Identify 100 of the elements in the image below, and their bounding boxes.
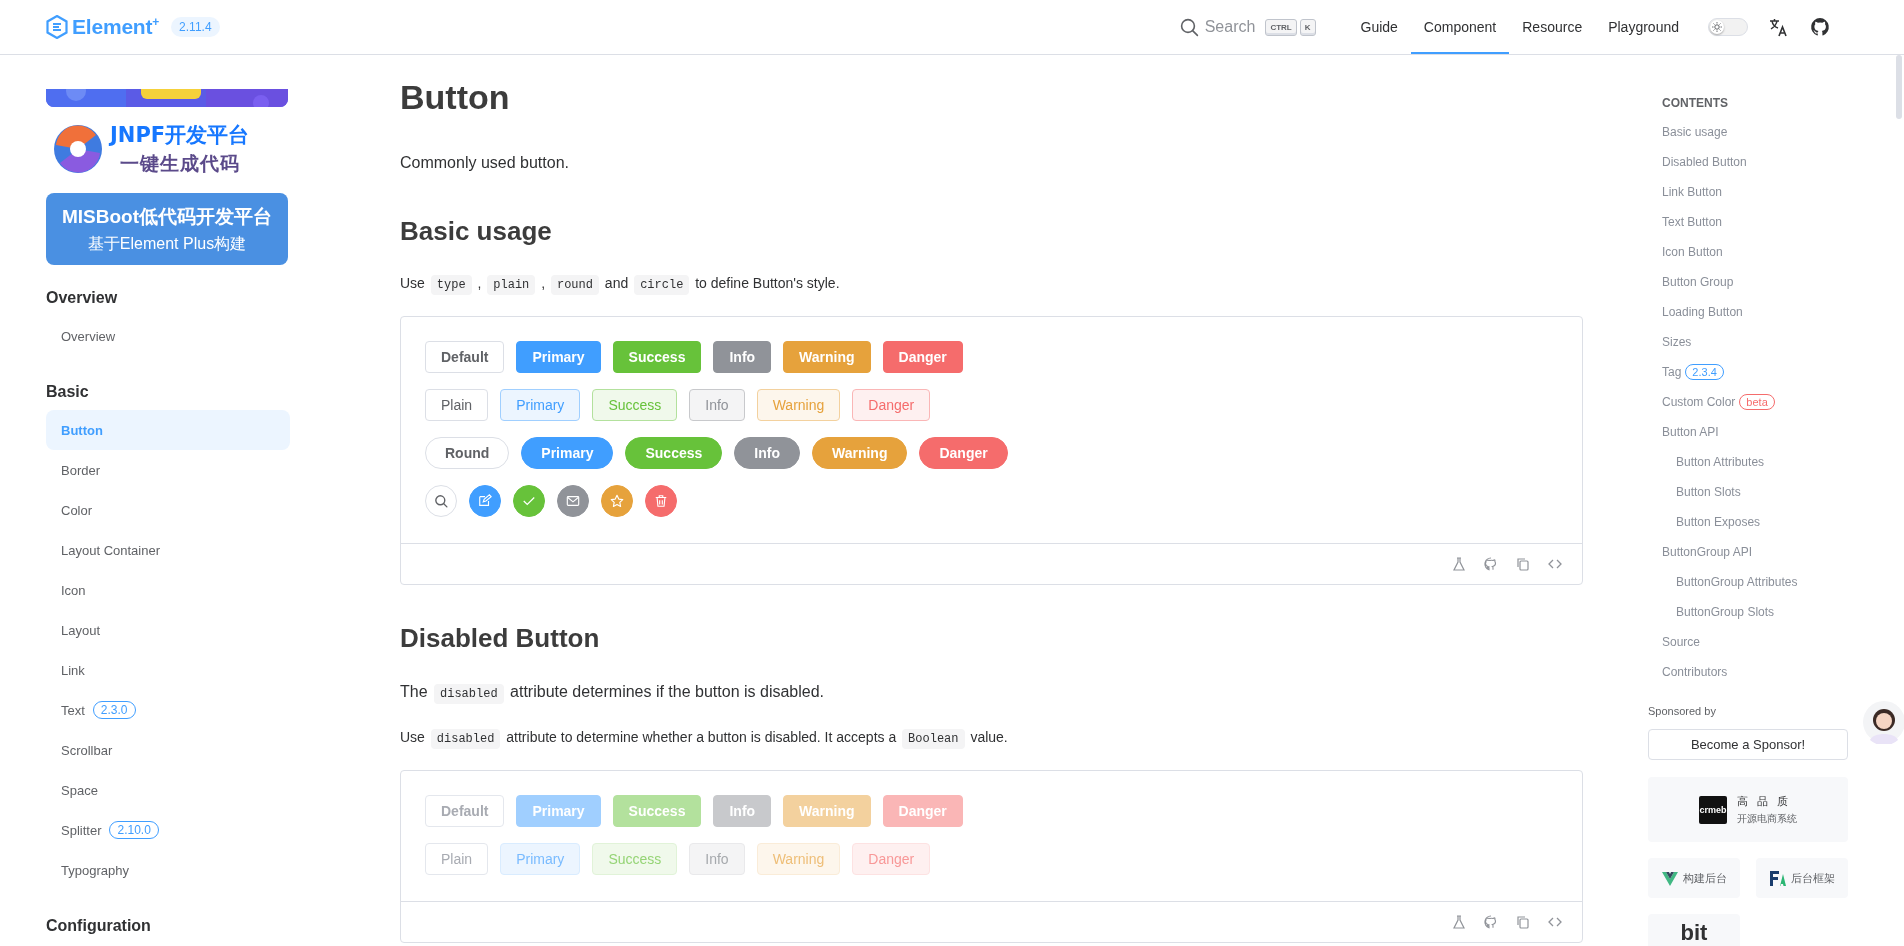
demo-button[interactable]: Danger bbox=[882, 341, 963, 373]
toc-link[interactable]: ButtonGroup Attributes bbox=[1648, 567, 1904, 597]
item-label: Text bbox=[61, 702, 85, 718]
search-icon bbox=[1178, 17, 1199, 37]
nav-link[interactable]: Guide bbox=[1347, 0, 1411, 54]
demo-button[interactable]: Info bbox=[734, 437, 800, 469]
sidebar-item[interactable]: Border bbox=[46, 450, 290, 490]
toc-link[interactable]: Disabled Button bbox=[1648, 147, 1904, 177]
sponsor-card[interactable]: bit bbox=[1648, 914, 1740, 946]
code-icon[interactable] bbox=[1548, 915, 1562, 929]
link-label: ButtonGroup Slots bbox=[1676, 605, 1775, 619]
ad-banner[interactable]: MISBoot低代码开发平台 基于Element Plus构建 bbox=[46, 193, 288, 265]
sponsor-button[interactable]: Become a Sponsor! bbox=[1648, 729, 1848, 760]
nav-link[interactable]: Component bbox=[1410, 0, 1510, 54]
toc-link[interactable]: Text Button bbox=[1648, 207, 1904, 237]
link-label: Disabled Button bbox=[1662, 155, 1747, 169]
toc-link[interactable]: Button Slots bbox=[1648, 477, 1904, 507]
sidebar-item[interactable]: Link bbox=[46, 650, 290, 690]
link-label: Button API bbox=[1662, 425, 1719, 439]
avatar[interactable] bbox=[1862, 700, 1904, 744]
sidebar-item[interactable]: Scrollbar bbox=[46, 730, 290, 770]
v-logo-icon bbox=[1661, 869, 1679, 887]
demo-button[interactable]: Warning bbox=[811, 437, 908, 469]
toc-link[interactable]: Loading Button bbox=[1648, 297, 1904, 327]
demo-button[interactable]: Success bbox=[625, 437, 723, 469]
demo-button[interactable]: Default bbox=[425, 341, 505, 373]
trash-icon bbox=[654, 494, 668, 508]
demo-button[interactable]: Primary bbox=[521, 437, 614, 469]
sponsor-card[interactable]: crmeb 高 品 质 开源电商系统 bbox=[1648, 777, 1848, 842]
sidebar-item[interactable]: Layout Container bbox=[46, 530, 290, 570]
sidebar-item[interactable]: Splitter 2.10.0 bbox=[46, 810, 290, 850]
search-button[interactable]: Search CTRL K bbox=[1178, 17, 1316, 37]
icon-button[interactable] bbox=[601, 485, 633, 517]
sidebar-item[interactable]: Color bbox=[46, 490, 290, 530]
sponsor-card[interactable]: 后台框架 bbox=[1756, 858, 1848, 898]
sidebar-item[interactable]: Button bbox=[46, 410, 290, 450]
mail-icon bbox=[566, 494, 580, 508]
toc-link[interactable]: Sizes bbox=[1648, 327, 1904, 357]
flask-icon[interactable] bbox=[1452, 915, 1466, 929]
demo-button[interactable]: Primary bbox=[516, 341, 601, 373]
item-label: Typography bbox=[61, 862, 129, 878]
item-label: Overview bbox=[61, 328, 116, 344]
flask-icon[interactable] bbox=[1452, 557, 1466, 571]
version-badge: 2.11.4 bbox=[171, 17, 220, 37]
demo-button[interactable]: Round bbox=[425, 437, 510, 469]
sidebar-item[interactable]: Typography bbox=[46, 850, 290, 890]
link-label: Tag bbox=[1662, 365, 1682, 379]
toc-link[interactable]: Button Attributes bbox=[1648, 447, 1904, 477]
demo-button[interactable]: Warning bbox=[783, 341, 871, 373]
toc-link[interactable]: Tag 2.3.4 bbox=[1648, 357, 1904, 387]
tag-badge: 2.3.4 bbox=[1685, 364, 1724, 380]
toc-link[interactable]: Button API bbox=[1648, 417, 1904, 447]
key-hint: CTRL bbox=[1265, 18, 1297, 36]
sponsor-card[interactable]: 构建后台 bbox=[1648, 858, 1740, 898]
edit-icon bbox=[478, 494, 492, 508]
sidebar-item[interactable]: Overview bbox=[46, 316, 290, 356]
demo-button[interactable]: Danger bbox=[852, 389, 931, 421]
toc-link[interactable]: Button Exposes bbox=[1648, 507, 1904, 537]
item-label: Color bbox=[61, 502, 93, 518]
item-label: Link bbox=[61, 662, 85, 678]
copy-icon[interactable] bbox=[1516, 915, 1530, 929]
icon-button[interactable] bbox=[645, 485, 677, 517]
item-label: Splitter bbox=[61, 822, 102, 838]
nav-link[interactable]: Resource bbox=[1509, 0, 1596, 54]
toc-title: CONTENTS bbox=[1661, 95, 1729, 112]
demo-button[interactable]: Primary bbox=[500, 389, 581, 421]
sponsor-name: 后台框架 bbox=[1791, 870, 1835, 886]
icon-button[interactable] bbox=[557, 485, 589, 517]
demo-button[interactable]: Info bbox=[689, 389, 745, 421]
toc-link[interactable]: Custom Color beta bbox=[1648, 387, 1904, 417]
sponsor-name: 构建后台 bbox=[1683, 870, 1727, 886]
toc-link[interactable]: Icon Button bbox=[1648, 237, 1904, 267]
demo-button[interactable]: Danger bbox=[919, 437, 1008, 469]
toc-link[interactable]: Link Button bbox=[1648, 177, 1904, 207]
toc-link[interactable]: ButtonGroup Slots bbox=[1648, 597, 1904, 627]
demo-button[interactable]: Info bbox=[713, 341, 772, 373]
github-icon[interactable] bbox=[1810, 17, 1830, 37]
link-label: ButtonGroup API bbox=[1662, 545, 1753, 559]
toc-link[interactable]: Source bbox=[1648, 627, 1904, 657]
nav-link[interactable]: Playground bbox=[1595, 0, 1692, 54]
sidebar-item[interactable]: Space bbox=[46, 770, 290, 810]
demo-button[interactable]: Success bbox=[592, 389, 678, 421]
copy-icon[interactable] bbox=[1516, 557, 1530, 571]
demo-button[interactable]: Success bbox=[612, 341, 702, 373]
toc-link[interactable]: Button Group bbox=[1648, 267, 1904, 297]
theme-switch[interactable] bbox=[1708, 18, 1748, 36]
toc-link[interactable]: Basic usage bbox=[1648, 117, 1904, 147]
code-icon[interactable] bbox=[1548, 557, 1562, 571]
sidebar-item[interactable]: Layout bbox=[46, 610, 290, 650]
nav-group-title: Configuration bbox=[46, 916, 152, 936]
link-label: Button Exposes bbox=[1676, 515, 1761, 529]
sidebar-item[interactable]: Text 2.3.0 bbox=[46, 690, 290, 730]
demo-button[interactable]: Plain bbox=[425, 389, 489, 421]
sidebar-item[interactable]: Icon bbox=[46, 570, 290, 610]
toc-link[interactable]: ButtonGroup API bbox=[1648, 537, 1904, 567]
icon-button[interactable] bbox=[469, 485, 501, 517]
translate-icon[interactable] bbox=[1768, 17, 1788, 37]
toc-link[interactable]: Contributors bbox=[1648, 657, 1904, 687]
demo-button[interactable]: Warning bbox=[756, 389, 841, 421]
icon-button[interactable] bbox=[513, 485, 545, 517]
